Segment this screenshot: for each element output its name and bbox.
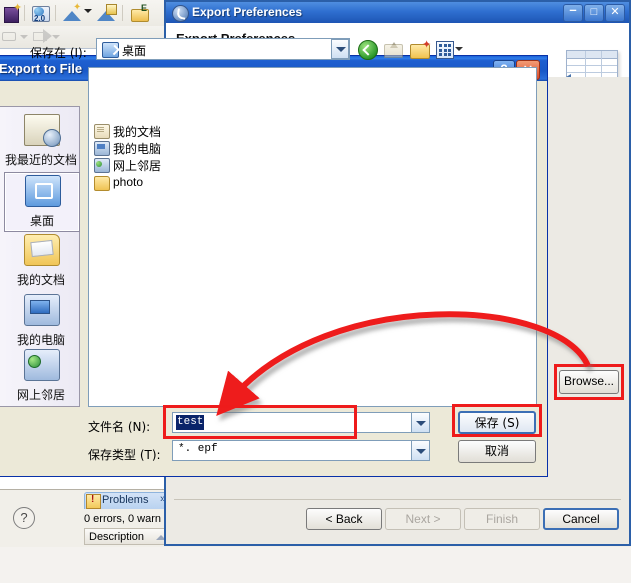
file-type-label: 保存类型 (T): [88,448,161,462]
new-folder-icon[interactable]: ✦ [410,40,431,59]
cancel-button[interactable]: Cancel [543,508,619,530]
place-network-places[interactable]: 网上邻居 [4,347,78,405]
network-places-icon [94,158,110,173]
problems-tab-label: Problems [102,494,149,506]
place-recent-documents[interactable]: 我最近的文档 [4,112,78,170]
list-item-label: photo [113,175,144,189]
annotation-box-file-name [163,405,357,439]
cancel-button[interactable]: 取消 [458,440,536,463]
place-label: 我的文档 [16,273,65,287]
problems-warning-icon [86,494,101,509]
network-places-icon [24,349,60,381]
new-class-icon[interactable] [97,3,117,23]
problems-column-header-description[interactable]: Description [84,528,172,545]
export-preferences-icon [172,5,189,22]
chevron-down-icon[interactable] [84,9,92,13]
place-desktop[interactable]: 桌面 [4,172,80,232]
file-list[interactable] [88,67,537,407]
close-icon: ✕ [610,6,620,18]
wizard-separator [174,499,621,500]
maximize-button[interactable]: □ [584,4,604,22]
save-in-dropdown-arrow-icon[interactable] [331,39,349,59]
save-in-label: 保存在 (I): [30,46,87,60]
finish-button: Finish [464,508,540,530]
maximize-icon: □ [590,6,598,18]
close-button[interactable]: ✕ [605,4,625,22]
place-my-computer[interactable]: 我的电脑 [4,292,78,350]
folder-icon [94,176,110,191]
web-browser-icon[interactable]: 2.0 [31,3,51,23]
place-label: 我的电脑 [16,333,65,347]
views-icon[interactable] [436,41,454,59]
my-computer-icon [94,141,110,156]
recent-documents-icon [24,114,61,147]
file-type-value: *. epf [178,443,218,455]
file-name-dropdown-arrow-icon[interactable] [411,412,430,433]
my-documents-icon [94,124,110,139]
minimize-button[interactable]: – [563,2,583,22]
save-dialog-title: Export to File [0,61,83,76]
back-arrow-icon [2,30,16,42]
back-navigation-icon[interactable] [358,40,378,60]
new-java-project-icon[interactable]: ✦ [63,3,83,23]
file-name-label: 文件名 (N): [88,420,151,434]
annotation-box-save [452,404,542,437]
new-wizard-icon[interactable]: ✦ [4,3,24,23]
forward-dropdown-icon [52,35,60,39]
wizard-title-bar[interactable]: Export Preferences – □ ✕ [166,2,629,23]
list-item-label: 我的文档 [113,125,162,139]
list-item-label: 我的电脑 [113,142,162,156]
up-one-level-icon[interactable] [384,40,404,59]
save-in-value: 桌面 [122,44,147,58]
back-dropdown-icon [20,35,28,39]
views-dropdown-arrow-icon[interactable] [455,47,463,51]
list-item-label: 网上邻居 [113,159,162,173]
minimize-icon: – [569,2,577,17]
place-label: 桌面 [29,214,54,228]
problems-summary: 0 errors, 0 warn [84,513,162,525]
annotation-box-browse [554,364,624,400]
desktop-icon [25,175,61,207]
wizard-help-button[interactable]: ? [13,507,35,529]
place-my-documents[interactable]: 我的文档 [4,232,78,290]
place-label: 网上邻居 [16,388,65,402]
next-button: Next > [385,508,461,530]
wizard-window-title: Export Preferences [192,5,303,19]
back-button[interactable]: < Back [306,508,382,530]
problems-column-label: Description [89,531,145,543]
my-documents-icon [24,234,60,266]
place-label: 我最近的文档 [4,153,77,167]
file-type-dropdown-arrow-icon[interactable] [411,440,430,461]
my-computer-icon [24,294,60,326]
open-type-icon[interactable]: E [131,3,151,23]
desktop-icon [102,42,119,58]
